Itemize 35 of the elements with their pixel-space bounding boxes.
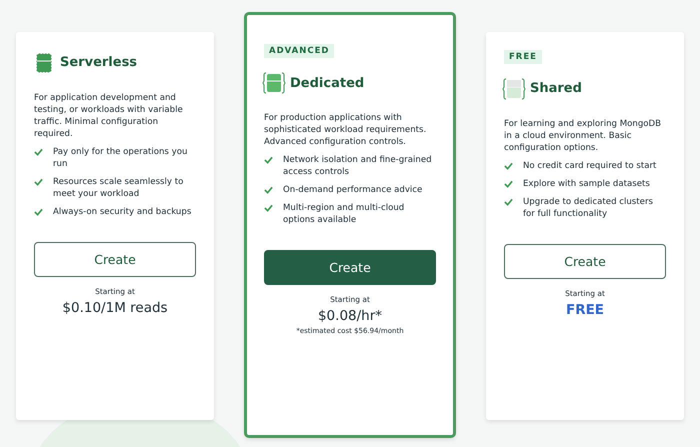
- plan-badge: ADVANCED: [264, 44, 334, 58]
- price-text: $0.10/1M reads: [61, 300, 169, 316]
- cluster-icon: [264, 72, 284, 94]
- check-icon: [264, 186, 273, 194]
- feature-text: Upgrade to dedicated clusters for full functionality: [523, 196, 654, 220]
- check-icon: [264, 156, 273, 164]
- feature-text: On-demand performance advice: [283, 184, 422, 196]
- cluster-icon: [34, 52, 54, 74]
- plan-description: For application development and testing, or workloads with variable traffic. Minimal configuration required.: [34, 92, 184, 140]
- create-button[interactable]: Create: [34, 242, 196, 276]
- feature-text: Pay only for the operations you run: [53, 146, 188, 170]
- price-text: $0.08/hr*: [316, 308, 384, 324]
- plan-title: Serverless: [60, 55, 138, 70]
- check-icon: [504, 198, 513, 206]
- check-icon: [504, 162, 513, 170]
- feature-text: Multi-region and multi-cloud options available: [283, 202, 406, 226]
- plan-title: Dedicated: [290, 76, 364, 90]
- plan-badge: FREE: [504, 50, 542, 64]
- check-icon: [34, 208, 43, 216]
- cluster-icon: [504, 78, 524, 100]
- check-icon: [504, 180, 513, 188]
- feature-text: Network isolation and fine-grained access controls: [283, 154, 433, 178]
- plan-title: Shared: [530, 81, 582, 96]
- feature-text: Resources scale seamlessly to meet your workload: [53, 176, 184, 200]
- feature-text: No credit card required to start: [523, 160, 656, 172]
- check-icon: [34, 148, 43, 156]
- plan-description: For learning and exploring MongoDB in a cloud environment. Basic configuration options.: [504, 118, 662, 154]
- feature-text: Always-on security and backups: [53, 206, 192, 218]
- price-text: FREE: [564, 302, 606, 318]
- check-icon: [34, 178, 43, 186]
- create-button[interactable]: Create: [504, 244, 666, 278]
- feature-text: Explore with sample datasets: [523, 178, 650, 190]
- check-icon: [264, 204, 273, 212]
- plan-description: For production applications with sophisticated workload requirements. Advanced configuration controls.: [264, 112, 428, 148]
- create-button[interactable]: Create: [264, 250, 436, 285]
